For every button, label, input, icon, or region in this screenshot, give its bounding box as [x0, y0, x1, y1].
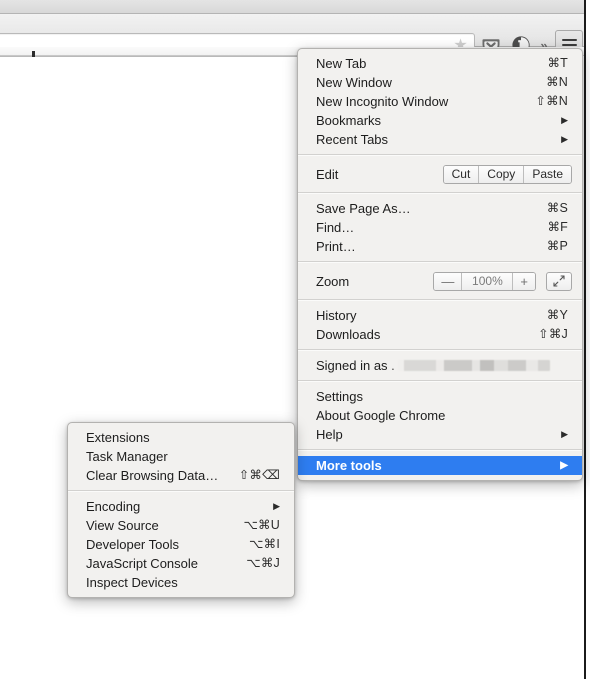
- menu-item-shortcut: ⌘N: [546, 75, 568, 89]
- account-separator: .: [387, 358, 395, 373]
- menu-item-bookmarks[interactable]: Bookmarks ▶: [298, 111, 582, 130]
- window-titlebar-strip: [0, 0, 584, 14]
- chevron-right-icon: ▶: [561, 429, 568, 439]
- chevron-right-icon: ▶: [560, 459, 568, 471]
- menu-item-label: Print…: [316, 239, 356, 254]
- menu-item-shortcut: ⌘S: [546, 201, 568, 215]
- copy-button[interactable]: Copy: [479, 165, 525, 183]
- screenshot-root: ★ » New Tab ⌘T New Window ⌘N New Incogni…: [0, 0, 590, 679]
- menu-item-shortcut: ⌥⌘J: [246, 556, 280, 570]
- menu-item-label: Task Manager: [86, 449, 168, 464]
- menu-item-help[interactable]: Help ▶: [298, 425, 582, 444]
- menu-separator: [298, 154, 582, 156]
- chevron-right-icon: ▶: [561, 134, 568, 144]
- menu-separator: [298, 349, 582, 351]
- menu-separator: [298, 380, 582, 382]
- menu-item-downloads[interactable]: Downloads ⇧⌘J: [298, 325, 582, 344]
- menu-item-label: Save Page As…: [316, 201, 411, 216]
- menu-item-find[interactable]: Find… ⌘F: [298, 218, 582, 237]
- menu-item-label: New Window: [316, 75, 392, 90]
- submenu-item-extensions[interactable]: Extensions: [68, 428, 294, 447]
- menu-row-edit: Edit Cut Copy Paste: [298, 161, 582, 187]
- menu-item-label: Downloads: [316, 327, 381, 342]
- menu-item-label: Settings: [316, 389, 363, 404]
- menu-item-shortcut: ⌥⌘U: [243, 518, 280, 532]
- menu-item-label: Encoding: [86, 499, 141, 514]
- edit-button-group: Cut Copy Paste: [442, 164, 572, 184]
- zoom-in-button[interactable]: +: [513, 272, 535, 290]
- menu-item-print[interactable]: Print… ⌘P: [298, 237, 582, 256]
- menu-item-label: New Incognito Window: [316, 94, 449, 109]
- menu-item-label: View Source: [86, 518, 159, 533]
- menu-separator: [298, 299, 582, 301]
- chrome-main-menu: New Tab ⌘T New Window ⌘N New Incognito W…: [297, 48, 583, 481]
- submenu-item-inspect-devices[interactable]: Inspect Devices: [68, 573, 294, 592]
- menu-item-label: Extensions: [86, 430, 150, 445]
- menu-item-about-google-chrome[interactable]: About Google Chrome: [298, 406, 582, 425]
- menu-item-new-tab[interactable]: New Tab ⌘T: [298, 54, 582, 73]
- zoom-control-group: — 100% +: [433, 271, 536, 291]
- menu-item-shortcut: ⌥⌘I: [249, 537, 280, 551]
- signed-in-label: Signed in as: [316, 358, 388, 373]
- menu-item-shortcut: ⇧⌘J: [538, 327, 568, 341]
- menu-item-settings[interactable]: Settings: [298, 387, 582, 406]
- fullscreen-button[interactable]: [546, 271, 572, 291]
- menu-item-history[interactable]: History ⌘Y: [298, 306, 582, 325]
- menu-item-shortcut: ⇧⌘N: [535, 94, 568, 108]
- menu-item-shortcut: ⌘F: [547, 220, 568, 234]
- menu-item-shortcut: ⌘T: [547, 56, 568, 70]
- browser-toolbar: ★ »: [0, 14, 584, 59]
- fullscreen-icon: [553, 275, 565, 287]
- zoom-level-value: 100%: [462, 272, 514, 290]
- cut-button[interactable]: Cut: [443, 165, 480, 183]
- menu-item-label: About Google Chrome: [316, 408, 446, 423]
- menu-separator: [68, 490, 294, 492]
- edit-label: Edit: [316, 166, 339, 182]
- menu-item-recent-tabs[interactable]: Recent Tabs ▶: [298, 130, 582, 149]
- menu-item-label: History: [316, 308, 357, 323]
- zoom-label: Zoom: [316, 273, 350, 289]
- menu-separator: [298, 449, 582, 451]
- menu-row-zoom: Zoom — 100% +: [298, 268, 582, 294]
- menu-item-new-window[interactable]: New Window ⌘N: [298, 73, 582, 92]
- menu-item-label: Inspect Devices: [86, 575, 178, 590]
- submenu-item-javascript-console[interactable]: JavaScript Console ⌥⌘J: [68, 554, 294, 573]
- menu-item-more-tools[interactable]: More tools ▶: [298, 456, 582, 475]
- menu-item-label: New Tab: [316, 56, 367, 71]
- menu-item-label: JavaScript Console: [86, 556, 198, 571]
- submenu-item-clear-browsing-data[interactable]: Clear Browsing Data… ⇧⌘⌫: [68, 466, 294, 485]
- more-tools-submenu: Extensions Task Manager Clear Browsing D…: [67, 422, 295, 598]
- menu-separator: [298, 192, 582, 194]
- paste-button[interactable]: Paste: [524, 165, 571, 183]
- menu-item-label: Bookmarks: [316, 113, 382, 128]
- menu-item-save-page-as[interactable]: Save Page As… ⌘S: [298, 199, 582, 218]
- menu-item-label: Help: [316, 427, 343, 442]
- chevron-right-icon: ▶: [561, 115, 568, 125]
- chevron-right-icon: ▶: [273, 501, 280, 511]
- menu-item-shortcut: ⌘Y: [546, 308, 568, 322]
- menu-item-new-incognito-window[interactable]: New Incognito Window ⇧⌘N: [298, 92, 582, 111]
- menu-item-shortcut: ⌘P: [546, 239, 568, 253]
- submenu-item-developer-tools[interactable]: Developer Tools ⌥⌘I: [68, 535, 294, 554]
- submenu-item-encoding[interactable]: Encoding ▶: [68, 497, 294, 516]
- menu-item-label: Clear Browsing Data…: [86, 468, 219, 483]
- menu-item-label: More tools: [316, 458, 382, 473]
- redacted-account-name: [397, 360, 550, 371]
- submenu-item-task-manager[interactable]: Task Manager: [68, 447, 294, 466]
- menu-item-shortcut: ⇧⌘⌫: [238, 468, 280, 482]
- menu-item-label: Find…: [316, 220, 355, 235]
- menu-separator: [298, 261, 582, 263]
- menu-item-label: Recent Tabs: [316, 132, 389, 147]
- submenu-item-view-source[interactable]: View Source ⌥⌘U: [68, 516, 294, 535]
- zoom-out-button[interactable]: —: [434, 272, 463, 290]
- menu-item-label: Developer Tools: [86, 537, 179, 552]
- menu-item-signed-in-as[interactable]: Signed in as .: [298, 356, 582, 375]
